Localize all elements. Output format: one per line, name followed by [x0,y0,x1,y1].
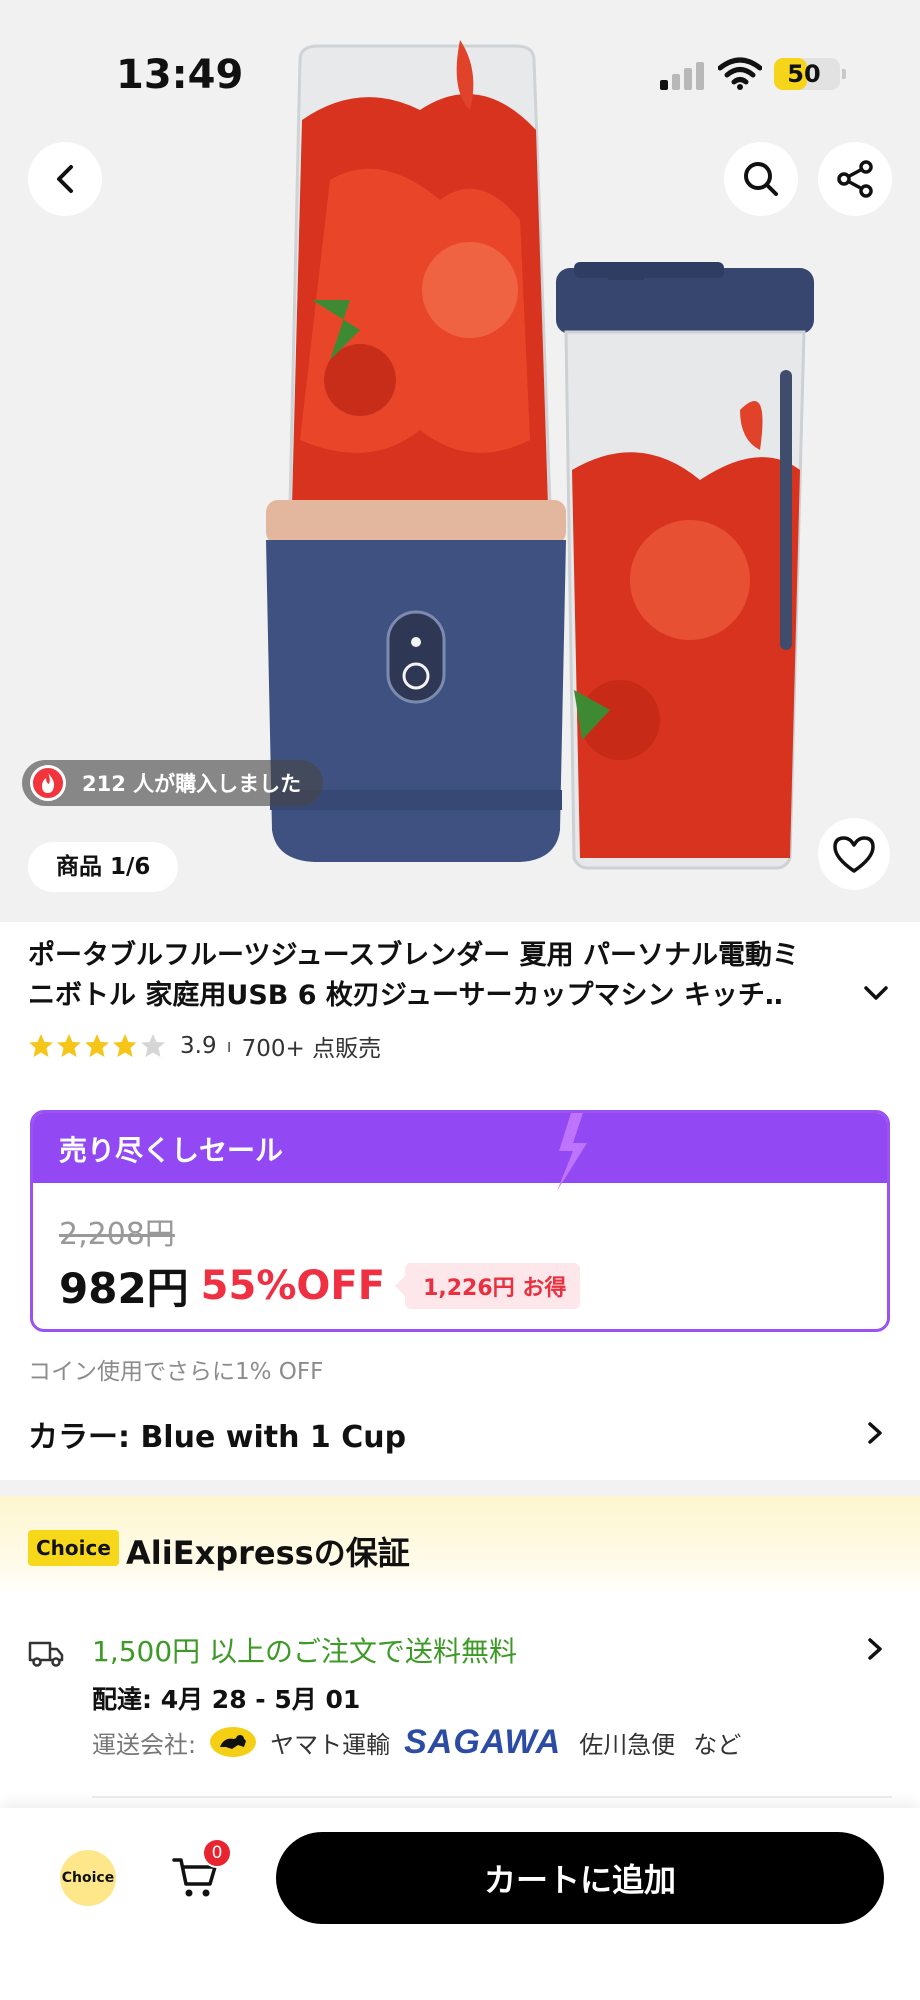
price-row: 982円 55%OFF 1,226円 お得 [59,1255,581,1316]
chevron-right-icon [868,1422,882,1444]
star-icon [29,1034,53,1057]
sagawa-logo: SAGAWA [404,1722,562,1761]
buyers-badge: 212 人が購入しました [22,760,324,806]
rating-stars [28,1033,168,1059]
choice-title: AliExpressの保証 [126,1534,410,1572]
carrier-row: 運送会社: ヤマト運輸 SAGAWA 佐川急便 など [92,1722,741,1762]
buyers-count-text: 212 人が購入しました [82,772,302,796]
sale-title: 売り尽くしセール [59,1134,284,1167]
color-selector[interactable]: カラー: Blue with 1 Cup [0,1400,920,1466]
carrier-sagawa: 佐川急便 [579,1730,676,1759]
search-button[interactable] [724,142,798,216]
signal-icon [660,60,704,90]
cart-count-badge: 0 [202,1838,232,1868]
discount-percent: 55%OFF [200,1262,386,1309]
rating-value: 3.9 [180,1033,217,1059]
share-button[interactable] [818,142,892,216]
rating-row[interactable]: 3.9 ı 700+ 点販売 [28,1028,381,1064]
search-icon [744,162,778,196]
choice-tag: Choice [28,1530,119,1566]
heart-icon [833,836,875,873]
image-counter: 商品 1/6 [28,842,179,892]
battery-icon: 50 [774,58,846,90]
carrier-yamato: ヤマト運輸 [270,1730,391,1759]
wifi-icon [718,57,762,90]
free-shipping-text: 1,500円 以上のご注文で送料無料 [92,1635,518,1668]
battery-level: 50 [787,60,821,88]
sold-count: 700+ 点販売 [241,1036,382,1062]
flame-icon [30,765,66,801]
delivery-date: 配達: 4月 28 - 5月 01 [92,1685,361,1714]
share-icon [837,160,873,198]
sale-price-box: 売り尽くしセール 2,208円 982円 55%OFF 1,226円 お得 [30,1110,890,1332]
shipping-divider [92,1796,892,1798]
sale-price: 982円 [59,1264,189,1313]
chevron-right-icon [868,1638,882,1660]
star-icon [141,1034,165,1057]
bottom-action-bar: Choice 0 カートに追加 [0,1808,920,2000]
product-title[interactable]: ポータブルフルーツジュースブレンダー 夏用 パーソナル電動ミ ニボトル 家庭用U… [28,936,888,1016]
wishlist-button[interactable] [818,818,890,890]
product-title-line2: ニボトル 家庭用USB 6 枚刃ジューサーカップマシン キッチ‥ [28,980,783,1011]
product-title-line1: ポータブルフルーツジュースブレンダー 夏用 パーソナル電動ミ [28,940,800,971]
choice-guarantee-banner[interactable]: Choice AliExpressの保証 [0,1496,920,1596]
choice-button[interactable]: Choice [60,1850,116,1906]
star-icon [113,1034,137,1057]
status-bar: 13:49 50 [0,0,920,150]
lightning-icon [557,1113,587,1191]
back-chevron-icon [57,165,73,193]
original-price: 2,208円 [59,1217,175,1252]
sale-header: 売り尽くしセール [33,1113,887,1191]
yamato-cat-logo-icon [210,1727,257,1757]
carrier-label: 運送会社: [92,1730,197,1759]
status-time: 13:49 [116,52,244,98]
shipping-info[interactable]: 1,500円 以上のご注文で送料無料 配達: 4月 28 - 5月 01 運送会… [0,1614,920,1794]
savings-badge: 1,226円 お得 [395,1262,581,1309]
rating-separator: ı [226,1035,232,1057]
section-divider [0,1480,920,1496]
star-icon [85,1034,109,1057]
back-button[interactable] [28,142,102,216]
coin-discount-note: コイン使用でさらに1% OFF [28,1359,324,1385]
carrier-etc: など [693,1730,742,1759]
add-to-cart-button[interactable]: カートに追加 [276,1832,884,1924]
expand-title-chevron-icon[interactable] [862,982,890,1004]
star-icon [57,1034,81,1057]
truck-icon [28,1641,64,1667]
product-image-gallery[interactable]: 13:49 50 212 人が購入しました 商品 1/6 [0,0,920,922]
color-option-label: カラー: Blue with 1 Cup [28,1420,407,1455]
